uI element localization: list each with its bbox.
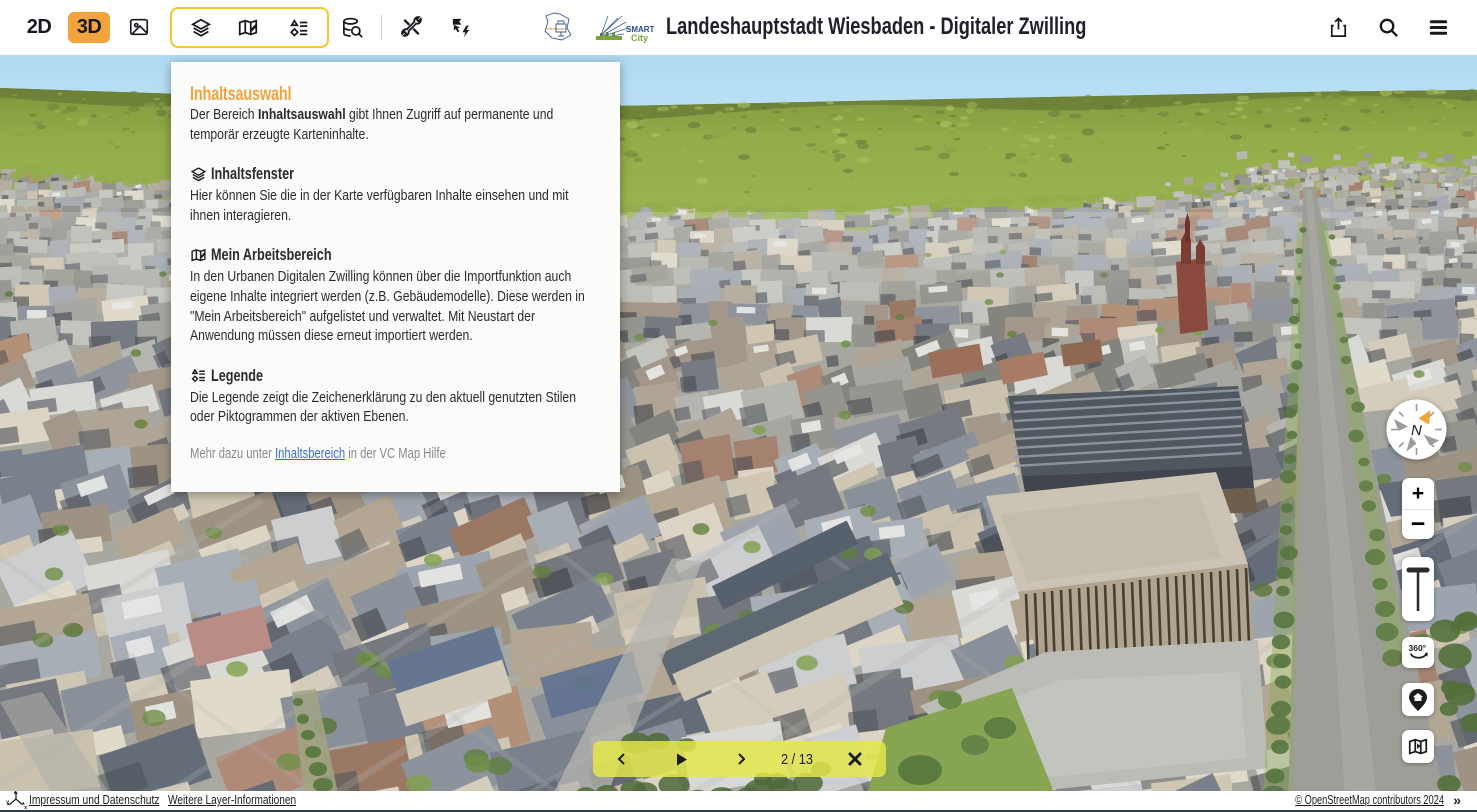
svg-text:y: y (6, 800, 9, 806)
svg-text:360°: 360° (1409, 643, 1427, 653)
svg-text:Wiesbaden: Wiesbaden (546, 26, 566, 31)
svg-text:x: x (24, 805, 27, 809)
svg-text:z: z (14, 791, 17, 795)
svg-text:City: City (631, 33, 648, 43)
svg-text:N: N (1411, 422, 1422, 439)
